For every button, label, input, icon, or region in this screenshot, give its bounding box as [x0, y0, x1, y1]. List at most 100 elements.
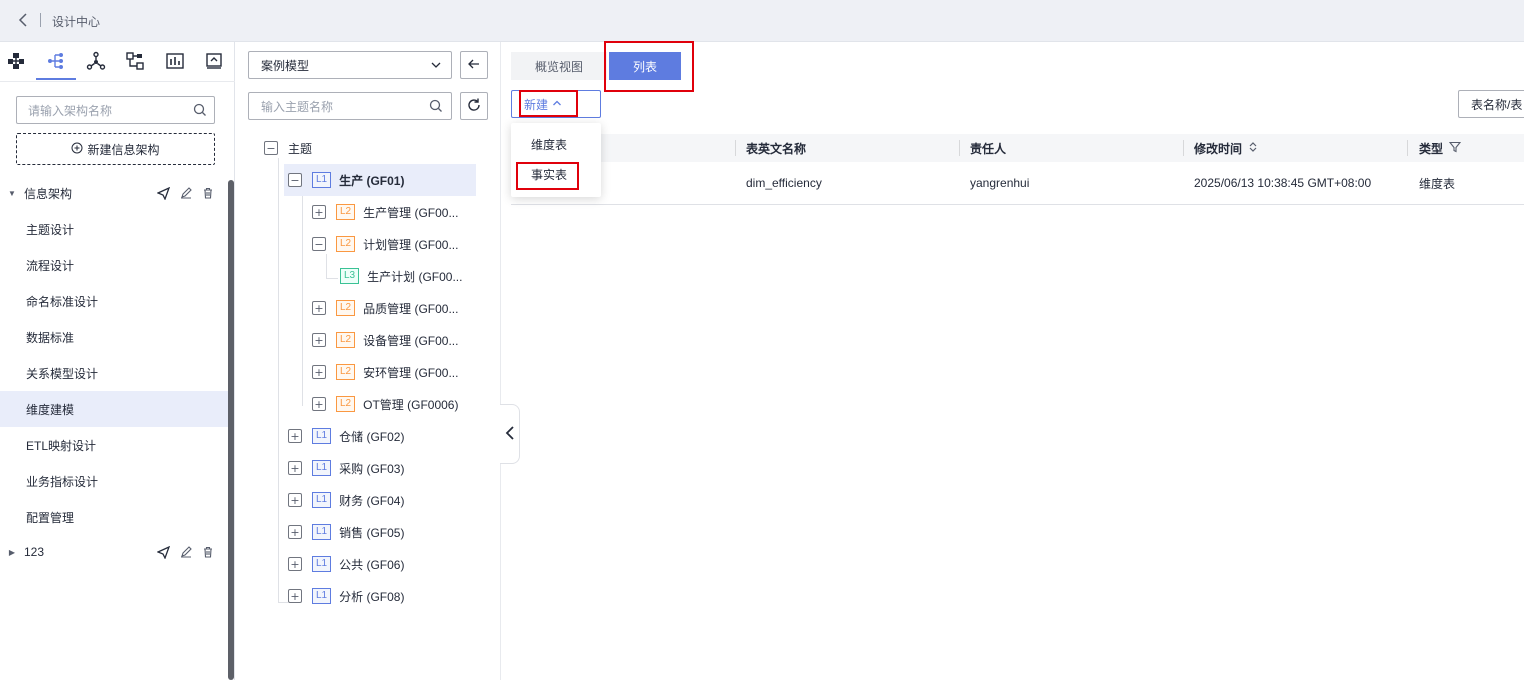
tab-list[interactable]: 列表	[609, 52, 681, 80]
divider	[40, 13, 41, 27]
tree-node[interactable]: + L2 安环管理 (GF00...	[312, 356, 458, 388]
tree-node[interactable]: + L2 生产管理 (GF00...	[312, 196, 458, 228]
level-badge: L2	[336, 396, 356, 412]
expand-toggle[interactable]: +	[312, 365, 326, 379]
column-header-owner: 责任人	[970, 141, 1007, 156]
chevron-left-icon	[505, 425, 515, 443]
level-badge: L1	[312, 492, 332, 508]
collapse-toggle[interactable]: −	[312, 237, 326, 251]
tree-node[interactable]: + L2 设备管理 (GF00...	[312, 324, 458, 356]
arch-group-info[interactable]: ▼ 信息架构	[0, 179, 228, 207]
expand-toggle[interactable]: +	[288, 525, 302, 539]
sidebar-item-relational-model[interactable]: 关系模型设计	[0, 355, 228, 391]
cell-owner: yangrenhui	[970, 176, 1030, 190]
expand-toggle[interactable]: +	[288, 589, 302, 603]
cell-name-en: dim_efficiency	[746, 176, 822, 190]
level-badge: L3	[340, 268, 360, 284]
table-header: 表英文名称 责任人 修改时间 类型	[511, 134, 1524, 162]
sidebar: 请输入架构名称 新建信息架构 ▼ 信息架构 主题设计 流程设计 命名标准设计 数…	[0, 42, 235, 680]
level-badge: L1	[312, 428, 332, 444]
expand-toggle[interactable]: +	[288, 493, 302, 507]
collapse-panel-button[interactable]	[460, 51, 488, 79]
delete-icon[interactable]	[201, 546, 214, 559]
chevron-up-icon	[552, 97, 562, 111]
table-name-search-input[interactable]: 表名称/表	[1458, 90, 1524, 118]
expand-toggle[interactable]: +	[288, 461, 302, 475]
tree-icon[interactable]	[36, 48, 76, 80]
sidebar-scrollbar[interactable]	[228, 180, 234, 680]
graph-icon[interactable]	[82, 48, 110, 74]
back-arrow-icon[interactable]	[16, 12, 32, 28]
sidebar-item-topic-design[interactable]: 主题设计	[0, 211, 228, 247]
network-icon[interactable]	[2, 48, 30, 74]
topic-panel: 案例模型 输入主题名称 − 主题 − L1 生产 (GF01) + L2 生产管…	[236, 42, 501, 680]
tree-node[interactable]: + L1 仓储 (GF02)	[288, 420, 404, 452]
menu-item-dimension-table[interactable]: 维度表	[511, 129, 601, 159]
sidebar-item-data-standard[interactable]: 数据标准	[0, 319, 228, 355]
cell-modified: 2025/06/13 10:38:45 GMT+08:00	[1194, 176, 1372, 190]
collapse-toggle[interactable]: −	[264, 141, 278, 155]
refresh-button[interactable]	[460, 92, 488, 120]
sidebar-item-naming-standard[interactable]: 命名标准设计	[0, 283, 228, 319]
sort-icon[interactable]	[1248, 141, 1258, 156]
tree-root[interactable]: − 主题	[264, 132, 476, 164]
tree-node[interactable]: + L1 销售 (GF05)	[288, 516, 404, 548]
caret-right-icon[interactable]: ▶	[0, 548, 24, 557]
tree-node[interactable]: + L2 OT管理 (GF0006)	[312, 388, 458, 420]
arch-group-123[interactable]: ▶ 123	[0, 538, 228, 566]
publish-icon[interactable]	[157, 186, 170, 200]
architecture-search-input[interactable]: 请输入架构名称	[16, 96, 215, 124]
panel-collapse-handle[interactable]	[500, 404, 520, 464]
expand-toggle[interactable]: +	[312, 205, 326, 219]
sidebar-item-etl-mapping[interactable]: ETL映射设计	[0, 427, 228, 463]
tree-node[interactable]: + L1 财务 (GF04)	[288, 484, 404, 516]
caret-down-icon[interactable]: ▼	[0, 189, 24, 198]
edit-icon[interactable]	[179, 546, 192, 559]
sidebar-item-process-design[interactable]: 流程设计	[0, 247, 228, 283]
collapse-toggle[interactable]: −	[288, 173, 302, 187]
metrics-icon[interactable]	[161, 48, 189, 74]
search-icon[interactable]	[186, 97, 214, 123]
column-header-name-en: 表英文名称	[746, 141, 807, 156]
column-header-modified[interactable]: 修改时间	[1194, 134, 1258, 162]
tab-overview[interactable]: 概览视图	[511, 52, 607, 80]
config-icon[interactable]	[200, 48, 228, 74]
model-select[interactable]: 案例模型	[248, 51, 452, 79]
tree-node[interactable]: + L2 品质管理 (GF00...	[312, 292, 458, 324]
filter-icon[interactable]	[1448, 141, 1462, 156]
level-badge: L1	[312, 524, 332, 540]
tree-node[interactable]: − L1 生产 (GF01)	[284, 164, 476, 196]
tree-node[interactable]: + L1 公共 (GF06)	[288, 548, 404, 580]
arrow-left-icon	[467, 57, 481, 74]
tree-node[interactable]: + L1 分析 (GF08)	[288, 580, 404, 612]
level-badge: L2	[336, 300, 356, 316]
new-architecture-button[interactable]: 新建信息架构	[16, 133, 215, 165]
topic-search-input[interactable]: 输入主题名称	[248, 92, 452, 120]
expand-toggle[interactable]: +	[312, 397, 326, 411]
expand-toggle[interactable]: +	[288, 429, 302, 443]
edit-icon[interactable]	[179, 187, 192, 200]
expand-toggle[interactable]: +	[312, 333, 326, 347]
level-badge: L2	[336, 204, 356, 220]
expand-toggle[interactable]: +	[288, 557, 302, 571]
level-badge: L1	[312, 588, 332, 604]
publish-icon[interactable]	[157, 545, 170, 559]
top-bar: 设计中心	[0, 0, 1524, 42]
tree-node[interactable]: L3 生产计划 (GF00...	[340, 260, 462, 292]
sidebar-item-dimension-modeling[interactable]: 维度建模	[0, 391, 228, 427]
menu-item-fact-table[interactable]: 事实表	[511, 159, 601, 189]
tree-node[interactable]: + L1 采购 (GF03)	[288, 452, 404, 484]
sidebar-item-business-metrics[interactable]: 业务指标设计	[0, 463, 228, 499]
flow-icon[interactable]	[121, 48, 149, 74]
search-icon[interactable]	[421, 93, 451, 119]
new-button[interactable]: 新建	[511, 90, 601, 118]
column-header-type[interactable]: 类型	[1419, 134, 1462, 162]
level-badge: L1	[312, 460, 332, 476]
table-row[interactable]: dim_efficiency yangrenhui 2025/06/13 10:…	[511, 162, 1524, 205]
sidebar-item-config-management[interactable]: 配置管理	[0, 499, 228, 535]
sidebar-icon-tabs	[0, 42, 235, 82]
tree-node[interactable]: − L2 计划管理 (GF00...	[312, 228, 458, 260]
expand-toggle[interactable]: +	[312, 301, 326, 315]
delete-icon[interactable]	[201, 187, 214, 200]
chevron-down-icon	[421, 52, 451, 78]
